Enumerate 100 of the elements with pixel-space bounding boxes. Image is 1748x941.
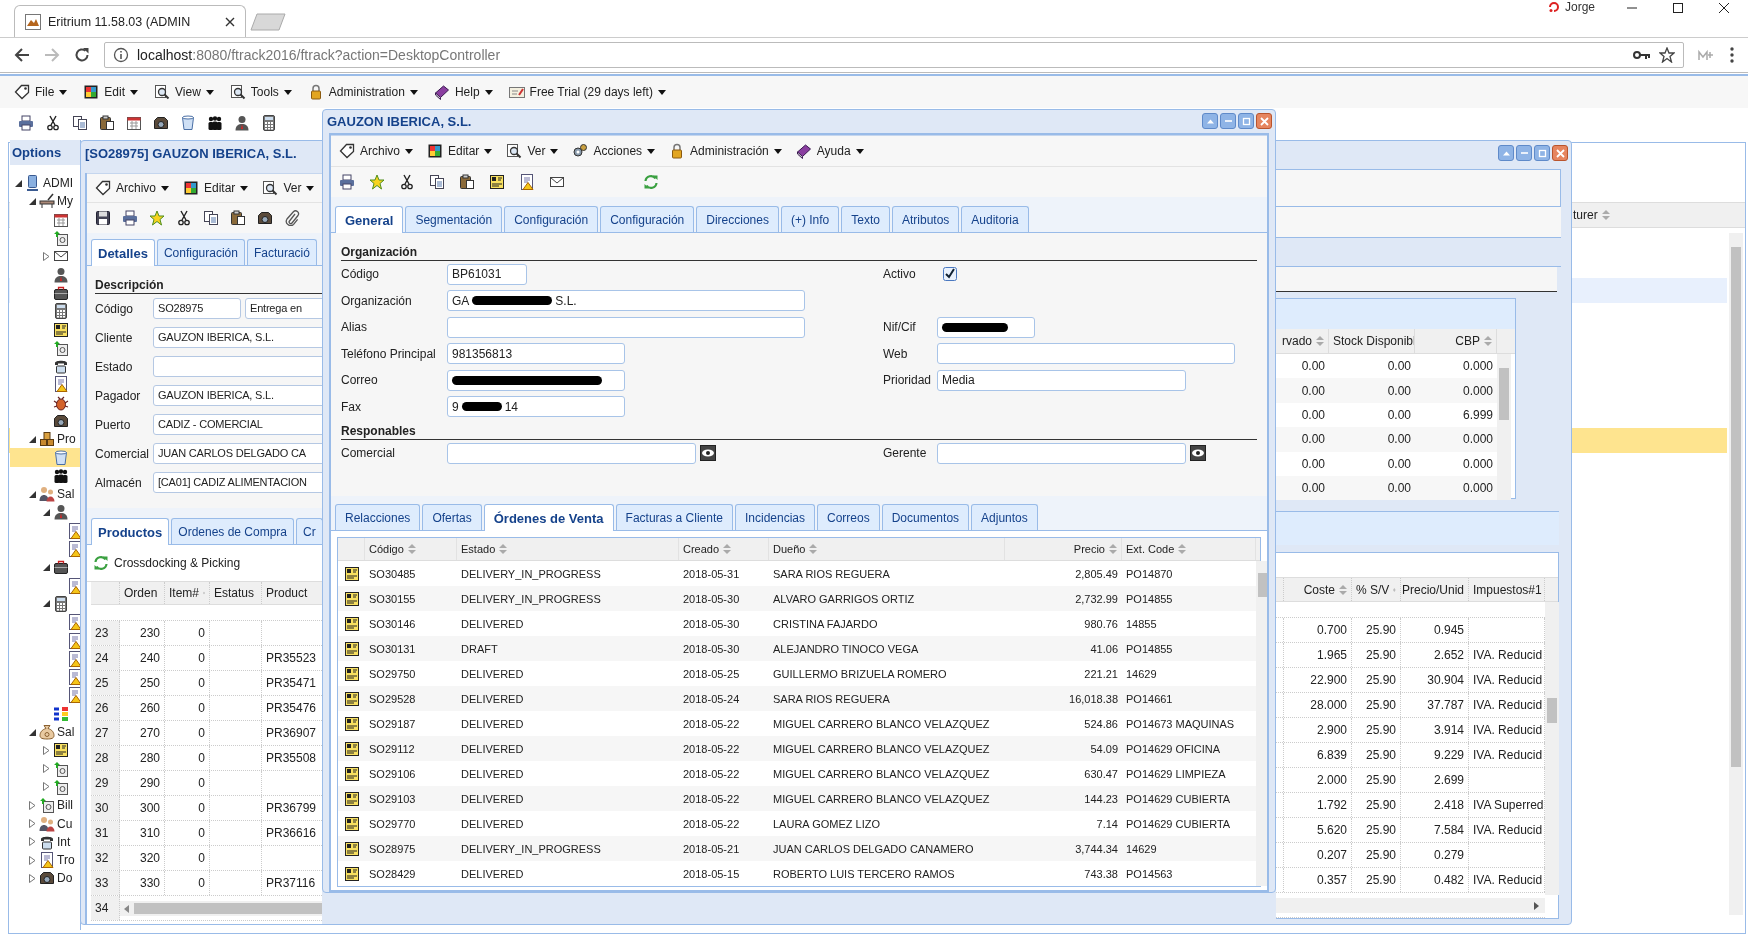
browser-tab[interactable]: Eritrium 11.58.03 (ADMIN [14,5,246,37]
column-header[interactable]: Item# [165,582,210,604]
menu-item[interactable]: Administración [669,143,782,159]
tab[interactable]: Configuración [156,239,245,265]
menu-item[interactable]: Acciones [572,143,656,159]
tab[interactable]: General [335,206,404,233]
table-row[interactable]: SO30155 DELIVERY_IN_PROGRESS 2018-05-30 ALVARO GARRIGOS ORTIZ 2,732.99 PO14855 [338,586,1256,611]
horizontal-scrollbar[interactable] [1276,898,1545,913]
tree-item[interactable]: ADMI [10,174,80,193]
tree-item[interactable]: Cu [10,814,80,833]
menu-item[interactable]: Ver [506,143,559,159]
tab[interactable]: Detalles [91,239,155,266]
input-field[interactable] [447,442,696,464]
table-row[interactable]: SO29528 DELIVERED 2018-05-24 SARA RIOS REGUERA 16,018.38 PO14661 [338,686,1256,711]
printer-icon[interactable] [18,115,34,131]
tab[interactable]: Configuración [600,206,695,232]
floppy-icon[interactable] [95,210,111,226]
tree-item[interactable]: Bill [10,796,80,815]
input-field[interactable]: GA S.L. [447,290,805,312]
tree-item[interactable]: Pro [10,430,80,449]
menu-item[interactable]: Edit [83,84,139,100]
table-row[interactable]: SO30485 DELIVERY_IN_PROGRESS 2018-05-31 SARA RIOS REGUERA 2,805.49 PO14870 [338,561,1256,586]
reload-icon[interactable] [74,47,90,63]
tab[interactable]: Texto [841,206,890,232]
table-row[interactable]: SO29187 DELIVERED 2018-05-22 MIGUEL CARRERO BLANCO VELAZQUEZ 524.86 PO14673 MAQUINAS [338,711,1256,736]
vertical-scrollbar[interactable] [1545,602,1559,895]
menu-item[interactable]: View [154,84,214,100]
printer-icon[interactable] [122,210,138,226]
input-field[interactable] [937,316,1035,338]
envelope-icon[interactable] [549,174,565,190]
tree-toggle-icon[interactable] [28,434,37,444]
person-icon[interactable] [234,115,250,131]
menu-icon[interactable] [1730,47,1734,63]
tree-toggle-icon[interactable] [28,855,37,865]
tab[interactable]: Atributos [892,206,960,232]
close-icon[interactable] [225,16,235,27]
forms-icon[interactable] [489,174,505,190]
input-field[interactable]: SO28975 [153,298,241,319]
tree-toggle-icon[interactable] [42,764,51,774]
column-header[interactable]: Coste [1284,578,1352,601]
minimize-button[interactable] [1220,113,1236,129]
column-header[interactable]: CBP [1415,329,1497,353]
tab[interactable]: Relacciones [335,504,421,530]
column-header[interactable]: turer [1573,203,1610,227]
cup-icon[interactable] [180,115,196,131]
camera-icon[interactable] [257,210,273,226]
tab[interactable]: Incidencias [734,504,815,530]
input-field[interactable] [447,369,625,391]
menu-item[interactable]: Archivo [95,180,169,196]
column-header[interactable]: Stock Disponibl [1329,329,1415,353]
tree-item[interactable]: Sal [10,722,80,742]
minimize-button[interactable] [1516,145,1532,161]
vertical-scrollbar[interactable] [1729,233,1743,915]
menu-item[interactable]: Archivo [339,143,413,159]
input-field[interactable]: JUAN CARLOS DELGADO CA [153,443,322,464]
paperclip-icon[interactable] [284,210,300,226]
clipboard-icon[interactable] [99,115,115,131]
report-icon[interactable] [519,174,535,190]
scissors-icon[interactable] [399,174,415,190]
input-field[interactable]: Media [937,369,1186,391]
menu-item[interactable]: Free Trial (29 days left) [508,84,666,100]
input-field[interactable]: 9 14 [447,396,625,418]
input-field[interactable]: GAUZON IBERICA, S.L. [153,385,322,406]
column-header[interactable]: Estatus [210,582,262,604]
vertical-scrollbar[interactable] [1497,354,1511,500]
tab[interactable]: Correos [817,504,880,530]
calendar-icon[interactable] [126,115,142,131]
table-row[interactable]: SO29750 DELIVERED 2018-05-25 GUILLERMO BRIZUELA ROMERO 221.21 14629 [338,661,1256,686]
back-icon[interactable] [14,47,30,63]
column-header[interactable]: Ext. Code [1122,538,1256,560]
menu-item[interactable]: Tools [229,84,292,100]
camera-icon[interactable] [153,115,169,131]
copy-icon[interactable] [429,174,445,190]
tree-item[interactable]: Tro [10,851,80,870]
column-header[interactable]: Precio/Unid [1401,578,1469,601]
menu-item[interactable]: Ayuda [795,143,864,159]
tab[interactable]: Segmentación [405,206,503,232]
printer-icon[interactable] [339,174,355,190]
bookmark-star-icon[interactable] [1659,47,1675,63]
column-header[interactable]: Orden [120,582,165,604]
tab[interactable]: Productos [91,518,170,545]
input-field[interactable]: 981356813 [447,343,625,365]
close-button[interactable] [1718,2,1730,14]
tree-item[interactable]: Sal [10,485,80,504]
horizontal-scrollbar[interactable] [120,901,322,916]
tab[interactable]: Órdenes de Venta [483,504,614,531]
tree-toggle-icon[interactable] [42,562,51,572]
input-field[interactable]: CADIZ - COMERCIAL [153,414,322,435]
table-row[interactable]: SO28975 DELIVERY_IN_PROGRESS 2018-05-21 JUAN CARLOS DELGADO CANAMERO 3,744.34 14629 [338,836,1256,861]
tab[interactable]: Adjuntos [971,504,1038,530]
column-header[interactable]: Estado [457,538,679,560]
table-row[interactable]: SO28429 DELIVERED 2018-05-15 ROBERTO LUIS TERCERO RAMOS 743.38 PO14563 [338,861,1256,886]
tree-toggle-icon[interactable] [28,196,37,206]
input-field[interactable]: [CA01] CADIZ ALIMENTACION [153,472,322,493]
maximize-button[interactable] [1672,2,1684,14]
column-header[interactable]: Dueño [769,538,1005,560]
scroll-left-icon[interactable] [124,904,130,913]
table-row[interactable]: SO29770 DELIVERED 2018-05-22 LAURA GOMEZ LIZO 7.14 PO14629 CUBIERTA [338,811,1256,836]
clipboard-icon[interactable] [459,174,475,190]
tree-toggle-icon[interactable] [14,178,23,188]
